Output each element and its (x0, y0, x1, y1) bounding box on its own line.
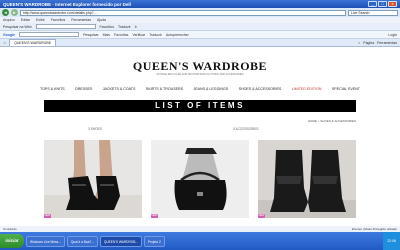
search-input[interactable]: Live Search (348, 9, 398, 16)
web-page: QUEEN'S WARDROBE VINTAGE RECYCLED AND SE… (0, 47, 400, 241)
nav-tops-knits[interactable]: TOPS & KNITS (40, 87, 65, 91)
back-icon[interactable]: ◄ (2, 9, 9, 16)
google-bookmarks-button[interactable]: Favoritos (114, 33, 128, 37)
menu-item-edit[interactable]: Editar (21, 18, 30, 22)
toolbar-item-translate[interactable]: Traduzir (118, 25, 131, 29)
toolbar-search-input[interactable] (35, 24, 96, 29)
google-login-button[interactable]: Login (388, 33, 397, 37)
close-button[interactable]: x (388, 1, 397, 7)
shoes-count[interactable]: 3 SHOES (88, 127, 102, 131)
task-projeto[interactable]: Projeto 2 (144, 235, 165, 247)
google-autofill-button[interactable]: Autopreencher (166, 33, 189, 37)
address-bar: ◄ ► http://www.queenswardrobe.com/detail… (0, 8, 400, 17)
toolbar-google: Google Pesquisar Mais Favoritos Verifica… (0, 31, 400, 39)
breadcrumb[interactable]: HOME > SHOES & ACCESSORIES (308, 119, 356, 123)
tab-bar: ☆ QUEEN'S WARDROBE ⌂ Página Ferramentas (0, 39, 400, 47)
nav-shoes-accessories[interactable]: SHOES & ACCESSORIES (239, 87, 282, 91)
tab-queens-wardrobe[interactable]: QUEEN'S WARDROBE (9, 39, 57, 46)
start-button[interactable]: iniciar (0, 234, 24, 248)
taskbar: iniciar Windows Live Mess... Qual é a Bo… (0, 232, 400, 250)
site-nav: TOPS & KNITS DRESSES JACKETS & COATS SKI… (40, 87, 360, 91)
toolbar-search-label: Pesquisar na Web (3, 24, 32, 29)
nav-jeans-leggings[interactable]: JEANS & LEGGINGS (193, 87, 228, 91)
google-logo: Google (3, 32, 16, 37)
system-clock[interactable]: 22:06 (383, 232, 400, 250)
task-queens-wardrobe[interactable]: QUEEN'S WARDROB... (99, 235, 143, 247)
accessories-count[interactable]: 3 ACCESSORIES (233, 127, 259, 131)
task-messenger[interactable]: Windows Live Mess... (26, 235, 65, 247)
menu-item-tools[interactable]: Ferramentas (71, 18, 91, 22)
google-search-button[interactable]: Pesquisar (83, 33, 99, 37)
product-image-fringe-boots[interactable] (258, 140, 356, 218)
nav-skirts-trousers[interactable]: SKIRTS & TROUSERS (146, 87, 183, 91)
site-tagline: VINTAGE RECYCLED AND SECONDHAND CLOTHING… (156, 73, 244, 76)
menu-item-favorites[interactable]: Favoritos (51, 18, 65, 22)
nav-limited-edition[interactable]: LIMITED EDITION (292, 87, 322, 91)
menu-item-help[interactable]: Ajuda (97, 18, 106, 22)
new-badge: NEW (258, 214, 265, 218)
toolbar-item-go[interactable]: Ir (135, 25, 137, 29)
tools-menu[interactable]: Ferramentas (377, 41, 397, 45)
maximize-button[interactable]: □ (378, 1, 387, 7)
nav-special-event[interactable]: SPECIAL EVENT (332, 87, 360, 91)
toolbar-search: Pesquisar na Web Favoritos Traduzir Ir (0, 23, 400, 31)
forward-icon[interactable]: ► (11, 9, 18, 16)
google-search-input[interactable] (19, 32, 80, 37)
new-badge: NEW (151, 214, 158, 218)
menu-item-view[interactable]: Exibir (36, 18, 45, 22)
site-logo[interactable]: QUEEN'S WARDROBE (0, 59, 400, 74)
url-input[interactable]: http://www.queenswardrobe.com/details.ph… (20, 9, 346, 16)
task-qual-e-a-boa[interactable]: Qual é a Boa?... (66, 235, 98, 247)
list-banner: LIST OF ITEMS (44, 100, 356, 112)
menu-item-file[interactable]: Arquivo (3, 18, 15, 22)
toolbar-item-favorites[interactable]: Favoritos (100, 25, 114, 29)
nav-jackets-coats[interactable]: JACKETS & COATS (103, 87, 136, 91)
google-more-button[interactable]: Mais (103, 33, 110, 37)
home-icon[interactable]: ⌂ (358, 41, 360, 45)
nav-dresses[interactable]: DRESSES (75, 87, 92, 91)
minimize-button[interactable]: _ (368, 1, 377, 7)
new-badge: NEW (44, 214, 51, 218)
product-image-bag[interactable] (151, 140, 249, 218)
page-menu[interactable]: Página (363, 41, 374, 45)
google-translate-button[interactable]: Traduzir (149, 33, 162, 37)
window-titlebar: QUEEN'S WARDROBE - Internet Explorer for… (0, 0, 400, 8)
window-title: QUEEN'S WARDROBE - Internet Explorer for… (3, 1, 131, 7)
product-image-boots[interactable] (44, 140, 142, 218)
star-icon[interactable]: ☆ (3, 41, 6, 45)
google-check-button[interactable]: Verificar (132, 33, 145, 37)
